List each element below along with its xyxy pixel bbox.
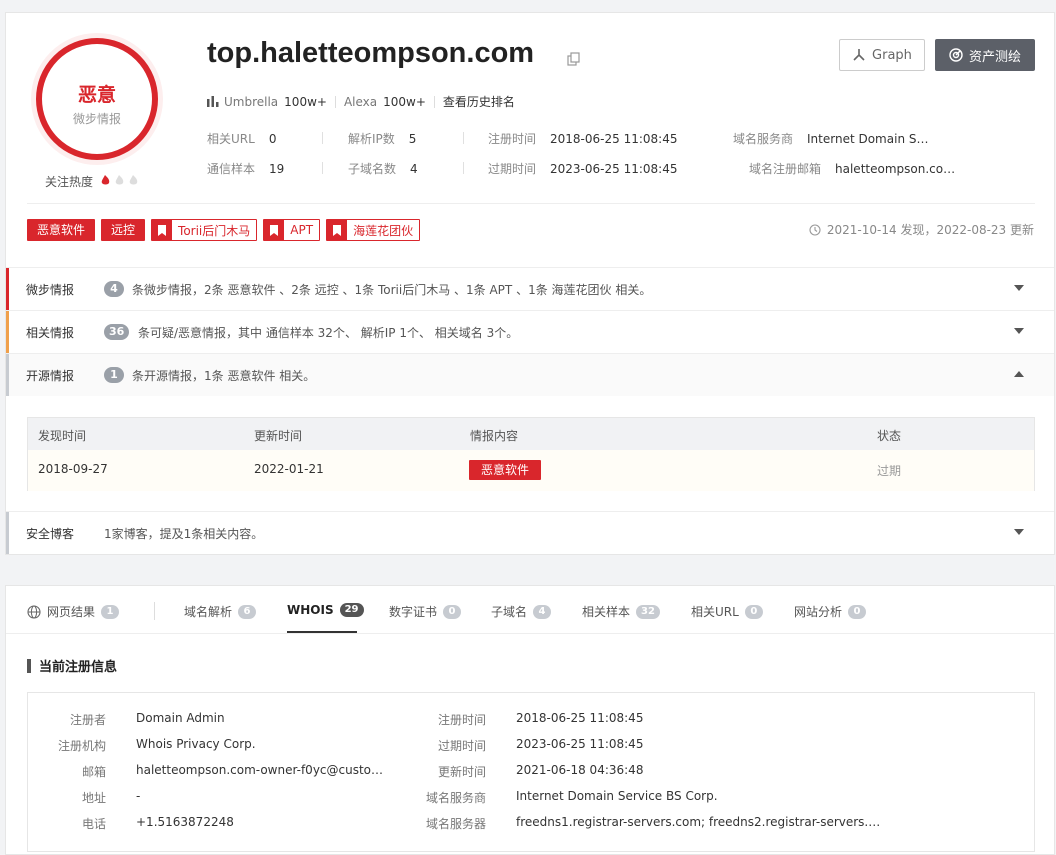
stat-subdomain: 子域名数 4 [348,162,418,176]
tag-rat[interactable]: 远控 [101,219,146,241]
whois-name-servers: freedns1.registrar-servers.com; freedns2… [516,815,886,829]
intel-row-threatbook[interactable]: 微步情报 4 条微步情报，2条 恶意软件 、2条 远控 、1条 Torii后门木… [6,267,1054,310]
col-found-time: 发现时间 [38,429,87,443]
umbrella-value: 100w+ [284,94,327,109]
tab-certificate[interactable]: 数字证书 0 [389,603,462,620]
asset-mapping-button[interactable]: 资产测绘 [935,39,1035,71]
chevron-down-icon[interactable] [1014,328,1024,334]
stat-expire-time: 过期时间 2023-06-25 11:08:45 [488,162,678,176]
status-text: 过期 [877,464,902,478]
bookmark-icon [152,220,173,240]
intel-row-label: 安全博客 [26,526,75,541]
table-row: 2018-09-27 2022-01-21 恶意软件 过期 [28,450,1034,491]
whois-expire-time: 2023-06-25 11:08:45 [516,737,644,751]
details-card: 网页结果 1 域名解析 6 WHOIS 29 数字证书 0 子域名 4 相关样本 32 相关… [5,585,1055,855]
domain-title: top.haletteompson.com [207,37,535,69]
rank-history-link[interactable]: 查看历史排名 [443,93,515,110]
intel-summary: 条可疑/恶意情报，其中 通信样本 32个、 解析IP 1个、 相关域名 3个。 [138,325,519,340]
bookmark-icon [264,220,285,240]
intel-summary: 条开源情报，1条 恶意软件 相关。 [132,368,316,383]
tab-web-results[interactable]: 网页结果 1 [27,603,120,620]
intel-count-badge: 1 [104,367,124,383]
whois-email: haletteompson.com-owner-f0yc@custo… [136,763,384,777]
tag-torii[interactable]: Torii后门木马 [151,219,258,241]
graph-button-label: Graph [872,47,912,63]
stat-register-time: 注册时间 2018-06-25 11:08:45 [488,132,678,146]
whois-registrar: Internet Domain Service BS Corp. [516,789,718,803]
verdict-source: 微步情报 [72,112,121,126]
opensource-table: 发现时间 更新时间 情报内容 状态 2018-09-27 2022-01-21 … [27,417,1035,491]
tab-dns[interactable]: 域名解析 6 [184,603,257,620]
umbrella-label: Umbrella [224,94,279,109]
heat-indicator: 关注热度 [45,173,141,190]
detail-tabs: 网页结果 1 域名解析 6 WHOIS 29 数字证书 0 子域名 4 相关样本 32 相关… [6,586,1054,634]
tag-apt[interactable]: APT [263,219,321,241]
intel-row-related[interactable]: 相关情报 36 条可疑/恶意情报，其中 通信样本 32个、 解析IP 1个、 相… [6,310,1054,353]
clock-icon [809,223,821,236]
flame-icon [101,175,138,185]
bookmark-icon [327,220,348,240]
heat-label: 关注热度 [45,175,94,189]
stat-comm-sample: 通信样本 19 [207,162,285,176]
intel-row-label: 微步情报 [26,282,75,297]
tag-list: 恶意软件 远控 Torii后门木马 APT 海莲花团伙 [27,219,421,241]
alexa-label: Alexa [343,94,378,109]
alexa-value: 100w+ [383,94,426,109]
verdict-badge: 恶意 微步情报 [31,33,163,165]
whois-org: Whois Privacy Corp. [136,737,256,751]
intel-row-label: 开源情报 [26,368,75,383]
tag-oceanlotus[interactable]: 海莲花团伙 [326,219,421,241]
malware-tag[interactable]: 恶意软件 [469,460,542,480]
verdict-label: 恶意 [77,84,116,106]
whois-address: - [136,789,141,803]
graph-button[interactable]: Graph [839,39,925,71]
intel-count-badge: 36 [104,324,130,340]
globe-icon [27,604,41,619]
overview-card: 恶意 微步情报 关注热度 top.haletteompson.com Graph… [5,12,1055,555]
rank-row: Umbrella 100w+ Alexa 100w+ 查看历史排名 [207,93,515,110]
tag-malware[interactable]: 恶意软件 [27,219,96,241]
whois-update-time: 2021-06-18 04:36:48 [516,763,644,777]
radar-icon [949,48,963,62]
intel-summary: 条微步情报，2条 恶意软件 、2条 远控 、1条 Torii后门木马 、1条 A… [132,282,652,297]
stat-register-email: 域名注册邮箱 haletteompson.co… [749,162,956,176]
chevron-down-icon[interactable] [1014,285,1024,291]
whois-panel: 注册者 Domain Admin 注册机构 Whois Privacy Corp… [27,692,1035,852]
stat-name-service: 域名服务商 Internet Domain S… [733,132,929,146]
chevron-up-icon[interactable] [1014,371,1024,377]
stat-related-url: 相关URL 0 [207,132,277,146]
tab-related-url[interactable]: 相关URL 0 [691,603,763,620]
table-header: 发现时间 更新时间 情报内容 状态 [28,418,1034,450]
whois-phone: +1.5163872248 [136,815,234,829]
intel-row-label: 相关情报 [26,325,75,340]
intel-row-opensource[interactable]: 开源情报 1 条开源情报，1条 恶意软件 相关。 [6,353,1054,396]
intel-count-badge: 4 [104,281,124,297]
tab-subdomains[interactable]: 子域名 4 [491,603,552,620]
tab-whois[interactable]: WHOIS 29 [287,603,364,617]
col-status: 状态 [877,429,902,443]
tab-samples[interactable]: 相关样本 32 [582,603,660,620]
chevron-down-icon[interactable] [1014,529,1024,535]
discover-update-time: 2021-10-14 发现，2022-08-23 更新 [809,221,1034,238]
bar-chart-icon [207,96,219,107]
intel-summary: 1家博客，提及1条相关内容。 [104,526,264,541]
stat-resolve-ip: 解析IP数 5 [348,132,417,146]
whois-registrant: Domain Admin [136,711,225,725]
intel-row-blog[interactable]: 安全博客 1家博客，提及1条相关内容。 [6,511,1054,554]
asset-button-label: 资产测绘 [968,49,1021,65]
graph-icon [853,49,865,61]
section-title: 当前注册信息 [27,656,117,675]
copy-icon[interactable] [567,52,581,66]
col-update-time: 更新时间 [254,429,303,443]
whois-register-time: 2018-06-25 11:08:45 [516,711,644,725]
col-intel-content: 情报内容 [470,429,519,443]
tab-site-analysis[interactable]: 网站分析 0 [794,603,867,620]
